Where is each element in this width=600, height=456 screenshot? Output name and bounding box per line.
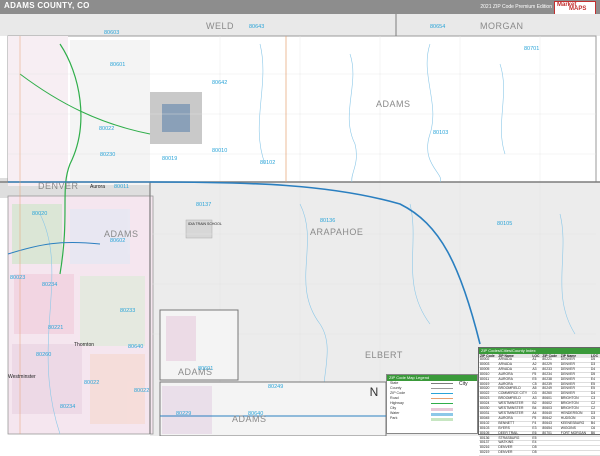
city-westminster: Westminster bbox=[8, 374, 36, 380]
county-morgan: MORGAN bbox=[480, 21, 524, 31]
compass-icon: N bbox=[369, 385, 379, 399]
table-row: 80219 DENVER D5 bbox=[479, 450, 600, 456]
zip-label: 80221 bbox=[48, 325, 64, 331]
county-weld: WELD bbox=[206, 21, 235, 31]
zip-label: 80136 bbox=[320, 218, 336, 224]
county-arapahoe: ARAPAHOE bbox=[310, 227, 364, 237]
zip-label: 80229 bbox=[176, 411, 192, 417]
zip-label: 80249 bbox=[268, 384, 284, 390]
zip-label: 80233 bbox=[120, 308, 136, 314]
zip-label: 80230 bbox=[100, 152, 116, 158]
logo-line2: MAPS bbox=[569, 6, 587, 12]
zip-label: 80701 bbox=[524, 46, 540, 52]
map-title: ADAMS COUNTY, CO bbox=[4, 1, 90, 10]
county-elbert: ELBERT bbox=[365, 350, 403, 360]
zip-label: 80010 bbox=[212, 148, 228, 154]
zip-label: 80011 bbox=[114, 184, 129, 190]
zip-label: 80103 bbox=[433, 130, 449, 136]
city-thornton: Thornton bbox=[74, 342, 95, 348]
zip-index-table: ZIP Codes/Cities/County Index ZIP Code ZI… bbox=[478, 347, 600, 456]
zip-label: 80601 bbox=[198, 366, 214, 372]
zip-label: 80022 bbox=[99, 126, 115, 132]
zip-label: 80602 bbox=[110, 238, 126, 244]
zip-label: 80020 bbox=[32, 211, 48, 217]
zip-label: 80137 bbox=[196, 202, 212, 208]
zip-label: 80102 bbox=[260, 160, 276, 166]
zip-label: 80640 bbox=[248, 411, 264, 417]
zip-label: 80023 bbox=[10, 275, 26, 281]
city-aurora: Aurora bbox=[90, 184, 106, 190]
legend-city-label: City bbox=[459, 381, 468, 387]
zip-label: 80105 bbox=[497, 221, 513, 227]
zip-label: 80603 bbox=[104, 30, 120, 36]
zip-label: 80234 bbox=[42, 282, 58, 288]
zip-label: 80022 bbox=[134, 388, 150, 394]
county-denver: DENVER bbox=[38, 181, 79, 191]
zip-label: 80601 bbox=[110, 62, 126, 68]
zip-label: 80642 bbox=[212, 80, 228, 86]
zip-label: 80643 bbox=[249, 24, 265, 30]
edition-label: 2021 ZIP Code Premium Edition bbox=[480, 4, 552, 10]
zip-label: 80640 bbox=[128, 344, 144, 350]
school-label: IDIA TRAIN SCHOOL bbox=[188, 222, 222, 226]
county-adams-main: ADAMS bbox=[376, 99, 411, 109]
map-frame: ADAMS COUNTY, CO 2021 ZIP Code Premium E… bbox=[0, 0, 600, 456]
brand-logo: Market MAPS bbox=[554, 1, 596, 15]
zip-label: 80022 bbox=[84, 380, 100, 386]
zip-label: 80654 bbox=[430, 24, 446, 30]
title-bar: ADAMS COUNTY, CO 2021 ZIP Code Premium E… bbox=[0, 0, 600, 15]
legend-row: Park bbox=[387, 416, 477, 421]
zip-label: 80260 bbox=[36, 352, 52, 358]
map-legend: ZIP Code Map Legend State County ZIP Cod… bbox=[386, 374, 478, 434]
zip-label: 80019 bbox=[162, 156, 178, 162]
zip-label: 80234 bbox=[60, 404, 76, 410]
